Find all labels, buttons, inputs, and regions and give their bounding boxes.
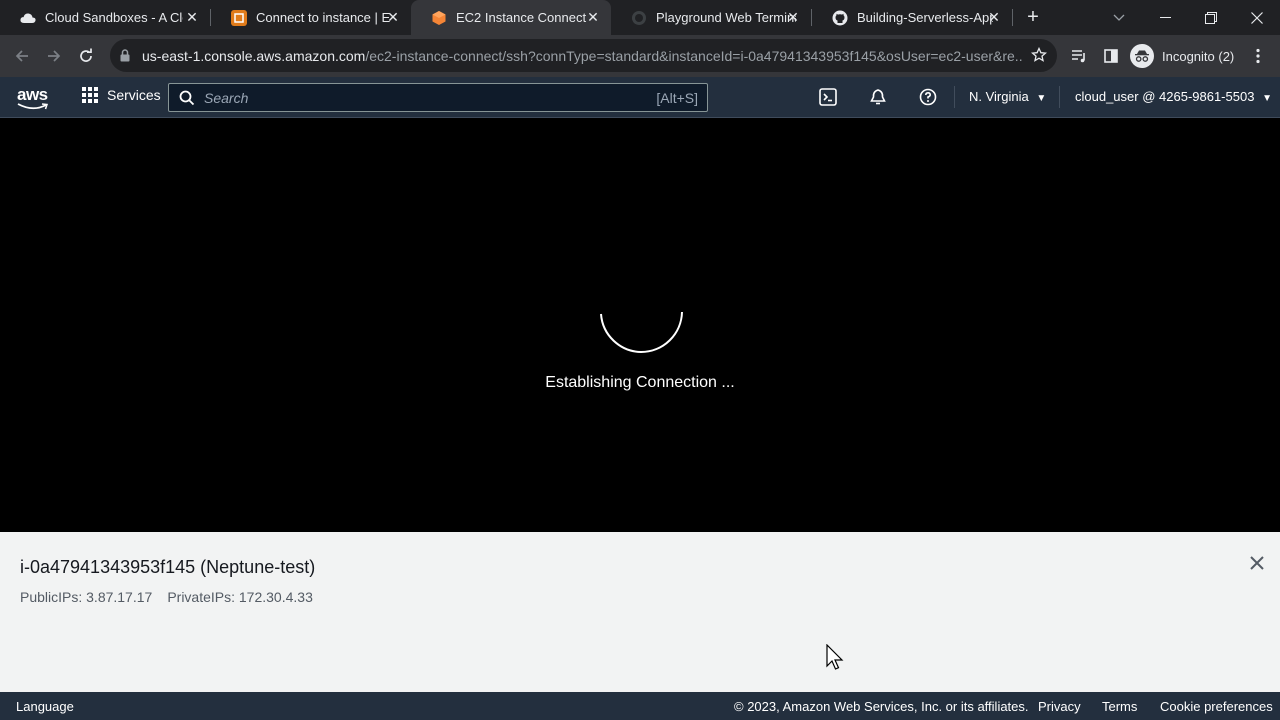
language-link[interactable]: Language: [16, 699, 74, 714]
instance-title: i-0a47941343953f145 (Neptune-test): [20, 557, 316, 577]
aws-logo[interactable]: aws: [17, 85, 48, 110]
tab-title: EC2 Instance Connect: [456, 10, 587, 25]
github-icon: [832, 10, 848, 26]
region-selector[interactable]: N. Virginia ▼: [969, 89, 1046, 104]
caret-down-icon: ▼: [1262, 93, 1272, 104]
reload-icon[interactable]: [73, 43, 99, 69]
tab-separator: [1012, 9, 1013, 26]
tab-close-icon[interactable]: ✕: [585, 9, 601, 25]
aws-icon: [231, 9, 247, 26]
search-shortcut: [Alt+S]: [656, 90, 698, 106]
tab-close-icon[interactable]: ✕: [785, 9, 801, 25]
tab-playground-web-terminal[interactable]: Playground Web Terminal ✕: [611, 0, 811, 35]
back-arrow-icon[interactable]: [9, 43, 35, 69]
terminal-area[interactable]: Establishing Connection ...: [0, 118, 1280, 532]
bookmark-star-icon[interactable]: [1030, 46, 1048, 68]
tab-title: Cloud Sandboxes - A Clou: [45, 10, 183, 25]
terms-link[interactable]: Terms: [1102, 699, 1137, 714]
side-panel-icon[interactable]: [1098, 43, 1124, 69]
connection-status: Establishing Connection ...: [545, 374, 735, 391]
media-queue-icon[interactable]: [1066, 43, 1092, 69]
tab-connect-to-instance[interactable]: Connect to instance | EC2 ✕: [211, 0, 411, 35]
instance-ips: PublicIPs: 3.87.17.17 PrivateIPs: 172.30.…: [20, 589, 313, 605]
tab-title: Playground Web Terminal: [656, 10, 796, 25]
minimize-icon[interactable]: [1142, 0, 1188, 35]
tab-close-icon[interactable]: ✕: [986, 9, 1002, 25]
services-label: Services: [107, 87, 161, 103]
caret-down-icon: ▼: [1036, 93, 1047, 104]
browser-toolbar: us-east-1.console.aws.amazon.com/ec2-ins…: [0, 35, 1280, 77]
copyright-text: © 2023, Amazon Web Services, Inc. or its…: [734, 699, 1029, 714]
loading-spinner-icon: [600, 311, 683, 354]
services-menu-button[interactable]: Services: [82, 87, 161, 103]
tab-search-chevron-icon[interactable]: [1096, 0, 1142, 35]
public-ips: PublicIPs: 3.87.17.17: [20, 589, 153, 605]
tab-building-serverless-apps[interactable]: Building-Serverless-Apps ✕: [812, 0, 1012, 35]
tab-cloud-sandboxes[interactable]: Cloud Sandboxes - A Clou ✕: [0, 0, 210, 35]
browser-tab-strip: Cloud Sandboxes - A Clou ✕ Connect to in…: [0, 0, 1280, 35]
console-search-input[interactable]: Search [Alt+S]: [168, 83, 708, 112]
privacy-link[interactable]: Privacy: [1038, 699, 1081, 714]
cloudshell-icon[interactable]: [817, 86, 839, 108]
aws-console-header: aws Services Search [Alt+S] N. Virginia …: [0, 77, 1280, 118]
aws-cube-icon: [431, 10, 447, 26]
tab-title: Connect to instance | EC2: [256, 10, 390, 25]
window-close-icon[interactable]: [1234, 0, 1280, 35]
tab-close-icon[interactable]: ✕: [385, 9, 401, 25]
address-bar[interactable]: us-east-1.console.aws.amazon.com/ec2-ins…: [110, 39, 1057, 72]
console-footer: Language © 2023, Amazon Web Services, In…: [0, 692, 1280, 720]
restore-icon[interactable]: [1188, 0, 1234, 35]
services-grid-icon: [82, 87, 98, 103]
account-menu[interactable]: cloud_user @ 4265-9861-5503 ▼: [1075, 89, 1272, 104]
search-icon: [179, 90, 195, 111]
cookie-preferences-link[interactable]: Cookie preferences: [1160, 699, 1273, 714]
tab-ec2-instance-connect[interactable]: EC2 Instance Connect ✕: [411, 0, 611, 35]
header-divider: [954, 86, 955, 108]
url-text: us-east-1.console.aws.amazon.com/ec2-ins…: [142, 48, 1022, 64]
url-host: us-east-1.console.aws.amazon.com: [142, 48, 366, 64]
cloud-icon: [20, 10, 36, 26]
help-icon[interactable]: [917, 86, 939, 108]
tab-title: Building-Serverless-Apps: [857, 10, 993, 25]
new-tab-plus-icon[interactable]: +: [1022, 6, 1044, 28]
private-ips: PrivateIPs: 172.30.4.33: [167, 589, 313, 605]
incognito-icon: [1130, 44, 1154, 68]
header-divider: [1059, 86, 1060, 108]
forward-arrow-icon[interactable]: [41, 43, 67, 69]
notifications-bell-icon[interactable]: [867, 86, 889, 108]
aws-logo-text: aws: [17, 85, 48, 104]
instance-info-panel: i-0a47941343953f145 (Neptune-test) Publi…: [0, 532, 1280, 692]
incognito-profile-button[interactable]: Incognito (2): [1130, 41, 1234, 71]
aws-smile-icon: [17, 103, 49, 110]
account-label: cloud_user @ 4265-9861-5503: [1075, 89, 1255, 104]
close-panel-icon[interactable]: [1248, 554, 1266, 572]
mouse-cursor-icon: [826, 644, 844, 670]
profile-label: Incognito (2): [1162, 48, 1235, 64]
lock-icon[interactable]: [120, 49, 130, 67]
region-label: N. Virginia: [969, 89, 1029, 104]
browser-menu-icon[interactable]: [1245, 43, 1271, 69]
url-path: /ec2-instance-connect/ssh?connType=stand…: [365, 48, 1022, 64]
tab-close-icon[interactable]: ✕: [184, 9, 200, 25]
terminal-icon: [631, 10, 647, 26]
search-placeholder: Search: [204, 90, 249, 106]
